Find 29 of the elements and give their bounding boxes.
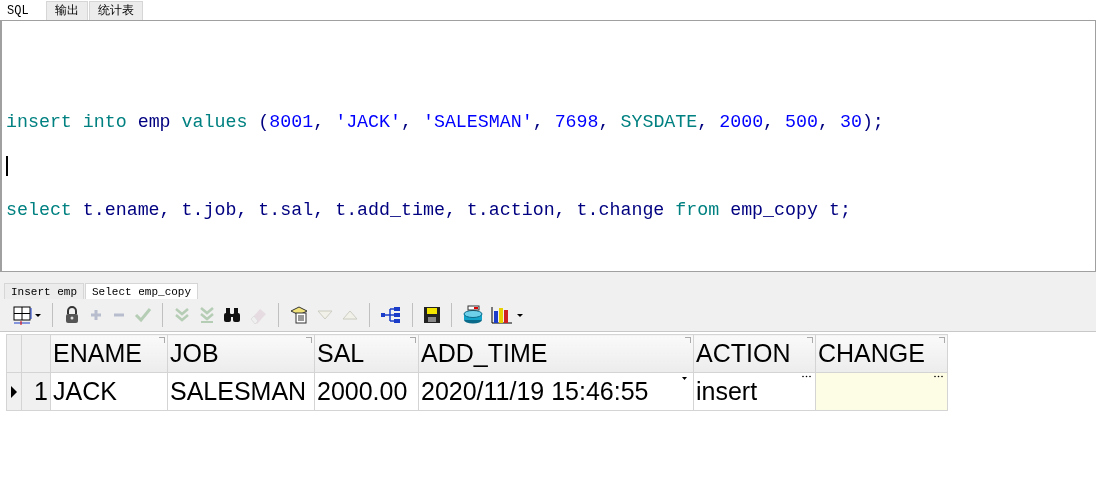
documents-icon[interactable] bbox=[289, 305, 309, 325]
table-cell: SALESMAN bbox=[170, 377, 307, 405]
tab[interactable]: Select emp_copy bbox=[85, 283, 199, 299]
tree-icon[interactable] bbox=[380, 305, 402, 325]
tab[interactable]: 统计表 bbox=[89, 1, 143, 20]
grid-icon[interactable] bbox=[12, 305, 42, 325]
tab[interactable]: 输出 bbox=[46, 1, 88, 20]
table-cell: 2000.00 bbox=[317, 377, 408, 405]
lock-icon[interactable] bbox=[63, 305, 81, 325]
binoculars-icon[interactable] bbox=[223, 305, 241, 325]
header-corner-icon bbox=[306, 337, 312, 343]
database-icon[interactable] bbox=[462, 305, 484, 325]
header-corner-icon bbox=[410, 337, 416, 343]
dropdown-icon[interactable] bbox=[682, 377, 687, 381]
table-cell: 2020/11/19 15:46:55 bbox=[421, 377, 649, 405]
tab[interactable]: Insert emp bbox=[4, 283, 84, 299]
ellipsis-icon[interactable] bbox=[802, 375, 811, 378]
table-cell: JACK bbox=[53, 377, 117, 405]
code-line: select t.ename, t.job, t.sal, t.add_time, t.action, t.change from emp_copy t; bbox=[6, 200, 851, 220]
header-corner-icon bbox=[685, 337, 691, 343]
null-cell[interactable] bbox=[815, 372, 948, 411]
row-number: 1 bbox=[34, 377, 48, 405]
header-corner-icon bbox=[807, 337, 813, 343]
bar-chart-icon[interactable] bbox=[491, 305, 525, 325]
header-corner-icon bbox=[159, 337, 165, 343]
table-cell: insert bbox=[696, 377, 758, 405]
ellipsis-icon[interactable] bbox=[934, 375, 943, 378]
code-line: insert into emp values (8001, 'JACK', 'SALESMAN', 7698, SYSDATE, 2000, 500, 30); bbox=[6, 112, 884, 132]
header-corner-icon bbox=[939, 337, 945, 343]
